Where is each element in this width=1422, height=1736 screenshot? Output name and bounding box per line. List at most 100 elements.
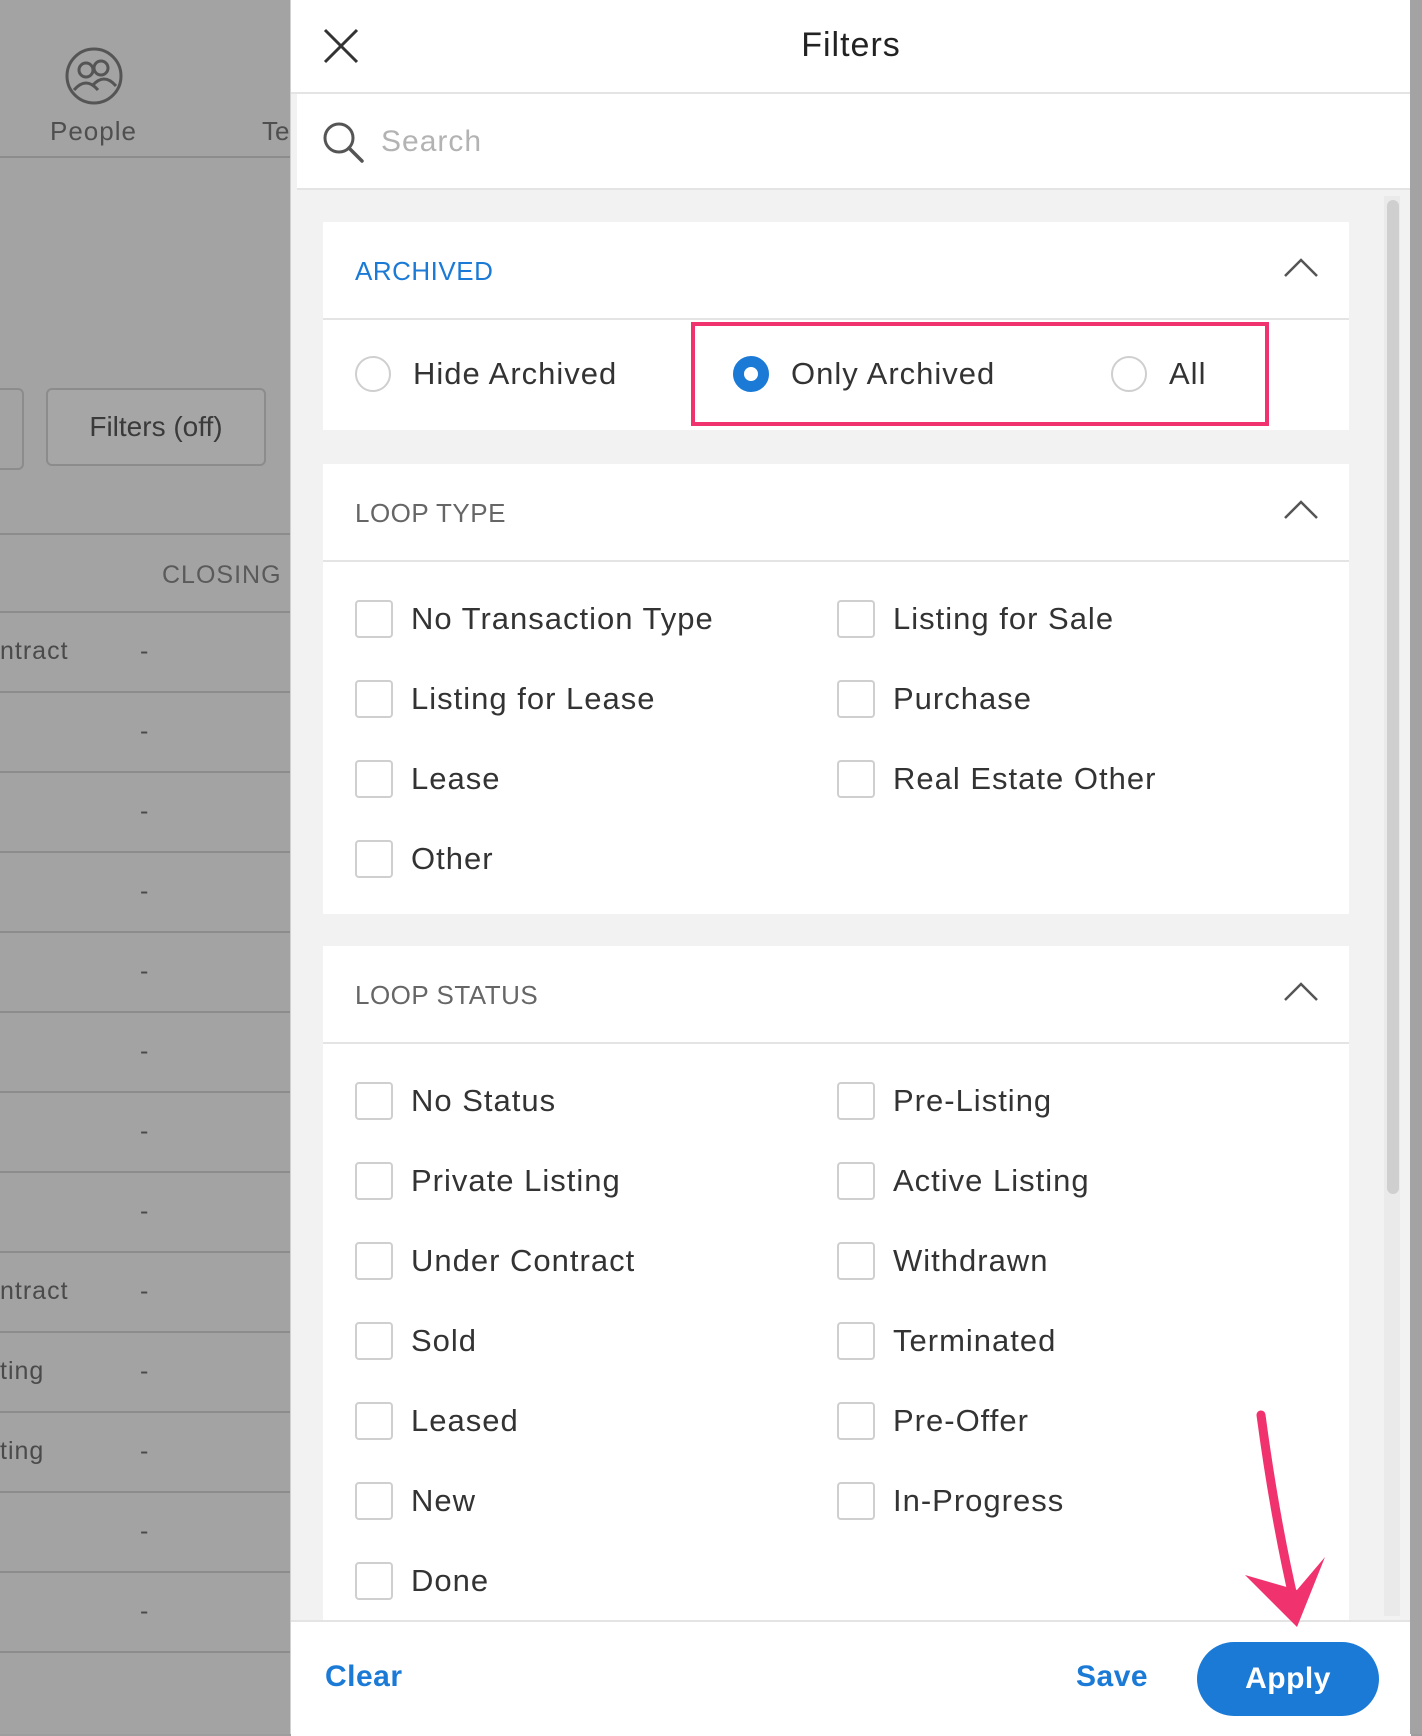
- checkbox-option[interactable]: Under Contract: [355, 1242, 635, 1280]
- scrollbar-thumb[interactable]: [1387, 200, 1399, 1194]
- checkbox-option[interactable]: Purchase: [837, 680, 1032, 718]
- search-icon: [323, 122, 364, 163]
- chevron-up-icon[interactable]: [1283, 980, 1319, 1002]
- chevron-up-icon[interactable]: [1283, 256, 1319, 278]
- checkbox-label: Private Listing: [411, 1163, 621, 1198]
- radio-label: Only Archived: [791, 356, 996, 391]
- table-row[interactable]: ntract -: [0, 1251, 290, 1333]
- checkbox-option[interactable]: Lease: [355, 760, 500, 798]
- radio-only-archived[interactable]: Only Archived: [733, 356, 995, 392]
- checkbox-label: Other: [411, 841, 494, 876]
- filters-off-button[interactable]: Filters (off): [46, 388, 266, 466]
- save-button[interactable]: Save: [1076, 1660, 1148, 1694]
- radio-label: Hide Archived: [413, 356, 618, 391]
- table-row[interactable]: -: [0, 1171, 290, 1253]
- checkbox[interactable]: [355, 600, 393, 638]
- row-closing: -: [140, 1197, 149, 1225]
- table-row[interactable]: -: [0, 1011, 290, 1093]
- table-row[interactable]: ntract -: [0, 611, 290, 693]
- loop-status-section-title: LOOP STATUS: [355, 980, 539, 1010]
- checkbox-option[interactable]: Pre-Listing: [837, 1082, 1052, 1120]
- checkbox[interactable]: [837, 1402, 875, 1440]
- checkbox[interactable]: [355, 760, 393, 798]
- radio-label: All: [1169, 356, 1207, 391]
- checkbox[interactable]: [837, 1322, 875, 1360]
- people-icon[interactable]: [64, 46, 124, 106]
- teams-nav-label[interactable]: Te: [262, 116, 289, 147]
- checkbox-option[interactable]: Real Estate Other: [837, 760, 1156, 798]
- archived-section-header[interactable]: ARCHIVED: [323, 222, 1349, 320]
- loop-type-section-title: LOOP TYPE: [355, 498, 506, 528]
- checkbox-option[interactable]: Leased: [355, 1402, 519, 1440]
- table-row[interactable]: -: [0, 1491, 290, 1573]
- row-closing: -: [140, 637, 149, 665]
- table-row[interactable]: -: [0, 931, 290, 1013]
- archived-options: Hide Archived Only Archived All: [323, 320, 1349, 430]
- table-row[interactable]: -: [0, 851, 290, 933]
- checkbox-option[interactable]: No Transaction Type: [355, 600, 714, 638]
- checkbox-label: Withdrawn: [893, 1243, 1049, 1278]
- table-row[interactable]: ting -: [0, 1411, 290, 1493]
- checkbox-option[interactable]: New: [355, 1482, 476, 1520]
- checkbox-option[interactable]: Active Listing: [837, 1162, 1090, 1200]
- checkbox[interactable]: [837, 1082, 875, 1120]
- checkbox-option[interactable]: Done: [355, 1562, 489, 1600]
- archived-section: ARCHIVED Hide Archived Only Archived All: [323, 222, 1349, 430]
- arrow-annotation: [1245, 1410, 1325, 1627]
- checkbox[interactable]: [355, 1242, 393, 1280]
- loop-type-section: LOOP TYPE No Transaction Type Listing for…: [323, 464, 1349, 914]
- apply-button[interactable]: Apply: [1197, 1642, 1379, 1716]
- search-input[interactable]: [379, 116, 1283, 168]
- radio-circle-checked[interactable]: [733, 356, 769, 392]
- checkbox[interactable]: [355, 1402, 393, 1440]
- row-closing: -: [140, 1037, 149, 1065]
- checkbox[interactable]: [837, 1162, 875, 1200]
- checkbox-option[interactable]: Private Listing: [355, 1162, 621, 1200]
- row-closing: -: [140, 1277, 149, 1305]
- checkbox-option[interactable]: Sold: [355, 1322, 477, 1360]
- checkbox[interactable]: [355, 680, 393, 718]
- closing-column-header[interactable]: CLOSING: [162, 561, 282, 590]
- archived-section-title: ARCHIVED: [355, 256, 494, 286]
- checkbox-label: Under Contract: [411, 1243, 636, 1278]
- checkbox[interactable]: [355, 840, 393, 878]
- checkbox-option[interactable]: Listing for Lease: [355, 680, 655, 718]
- table-row[interactable]: -: [0, 1091, 290, 1173]
- table-row[interactable]: -: [0, 771, 290, 853]
- checkbox[interactable]: [355, 1482, 393, 1520]
- table-header: CLOSING: [0, 533, 290, 613]
- radio-all[interactable]: All: [1111, 356, 1206, 392]
- table-row[interactable]: -: [0, 691, 290, 773]
- checkbox[interactable]: [837, 600, 875, 638]
- chevron-up-icon[interactable]: [1283, 498, 1319, 520]
- loop-status-section-header[interactable]: LOOP STATUS: [323, 946, 1349, 1044]
- table-row[interactable]: -: [0, 1571, 290, 1653]
- checkbox[interactable]: [837, 1482, 875, 1520]
- checkbox-option[interactable]: Other: [355, 840, 494, 878]
- row-closing: -: [140, 1357, 149, 1385]
- checkbox-option[interactable]: Listing for Sale: [837, 600, 1114, 638]
- checkbox-option[interactable]: Terminated: [837, 1322, 1056, 1360]
- checkbox-option[interactable]: Pre-Offer: [837, 1402, 1029, 1440]
- table-row[interactable]: ting -: [0, 1331, 290, 1413]
- checkbox[interactable]: [837, 760, 875, 798]
- checkbox-option[interactable]: Withdrawn: [837, 1242, 1048, 1280]
- clear-button[interactable]: Clear: [325, 1660, 403, 1694]
- checkbox[interactable]: [355, 1322, 393, 1360]
- checkbox[interactable]: [355, 1082, 393, 1120]
- row-status: ting: [0, 1357, 45, 1385]
- checkbox-option[interactable]: No Status: [355, 1082, 556, 1120]
- checkbox[interactable]: [355, 1162, 393, 1200]
- checkbox-label: Lease: [411, 761, 501, 796]
- people-nav-label[interactable]: People: [50, 116, 137, 147]
- radio-hide-archived[interactable]: Hide Archived: [355, 356, 617, 392]
- radio-circle[interactable]: [355, 356, 391, 392]
- checkbox[interactable]: [355, 1562, 393, 1600]
- background-button[interactable]: [0, 388, 24, 470]
- loop-type-section-header[interactable]: LOOP TYPE: [323, 464, 1349, 562]
- top-nav: People Te: [0, 0, 290, 158]
- checkbox[interactable]: [837, 1242, 875, 1280]
- checkbox[interactable]: [837, 680, 875, 718]
- checkbox-option[interactable]: In-Progress: [837, 1482, 1064, 1520]
- radio-circle[interactable]: [1111, 356, 1147, 392]
